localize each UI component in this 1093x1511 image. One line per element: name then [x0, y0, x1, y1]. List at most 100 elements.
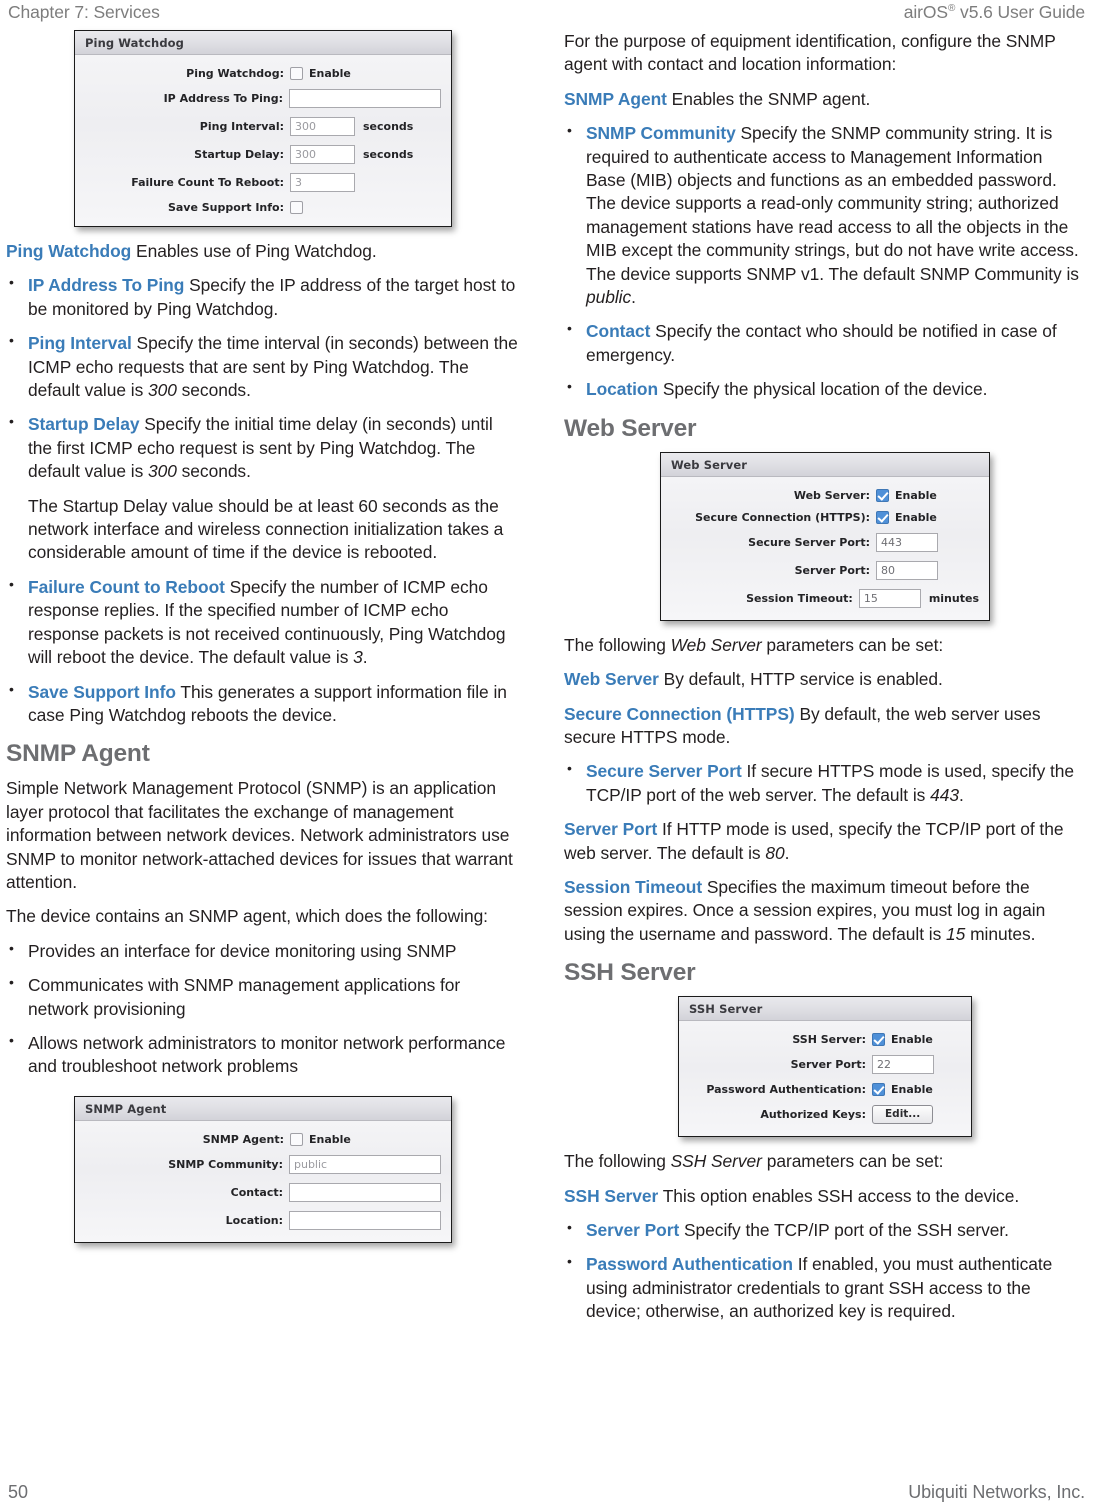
web-server-definition: Web Server By default, HTTP service is e…	[564, 668, 1082, 691]
field-row-ssh-server: SSH Server: Enable	[679, 1033, 961, 1047]
definition-text-tail: .	[958, 784, 964, 805]
panel-title: SNMP Agent	[75, 1096, 451, 1121]
field-unit: minutes	[928, 591, 979, 605]
web-server-enable-checkbox[interactable]	[876, 488, 889, 502]
field-control	[289, 1182, 441, 1202]
ssh-server-definition: SSH Server This option enables SSH acces…	[564, 1185, 1082, 1208]
two-column-body: Ping Watchdog Ping Watchdog: Enable IP A…	[0, 30, 1093, 1450]
field-control: 15 minutes	[858, 588, 979, 608]
session-timeout-input[interactable]: 15	[858, 588, 921, 608]
snmp-community-input[interactable]: public	[289, 1154, 441, 1174]
save-support-info-checkbox[interactable]	[290, 201, 303, 214]
field-row-ssh-server-port: Server Port: 22	[679, 1055, 961, 1075]
field-unit: seconds	[363, 120, 414, 133]
ip-address-to-ping-input[interactable]	[289, 89, 441, 108]
web-server-bullets: Secure Server Port If secure HTTPS mode …	[564, 759, 1082, 807]
checkbox-label: Enable	[309, 67, 351, 80]
field-label: Ping Watchdog:	[186, 67, 284, 80]
term-password-authentication: Password Authentication	[586, 1254, 793, 1275]
field-label: Secure Server Port:	[748, 535, 870, 549]
field-control: Enable	[872, 1083, 933, 1097]
term-server-port: Server Port	[564, 819, 658, 840]
term-ssh-server-port: Server Port	[586, 1219, 680, 1240]
ssh-server-bullets: Server Port Specify the TCP/IP port of t…	[564, 1218, 1082, 1324]
term-failure-count-to-reboot: Failure Count to Reboot	[28, 576, 225, 597]
failure-count-to-reboot-input[interactable]: 3	[290, 173, 355, 192]
contact-input[interactable]	[289, 1182, 441, 1202]
ping-watchdog-bullets-2: Failure Count to Reboot Specify the numb…	[6, 575, 518, 727]
snmp-paragraph-1: Simple Network Management Protocol (SNMP…	[6, 778, 513, 892]
ping-watchdog-bullets: IP Address To Ping Specify the IP addres…	[6, 273, 518, 483]
default-value: public	[586, 287, 632, 308]
checkbox-label: Enable	[895, 510, 937, 524]
ping-watchdog-enable-checkbox[interactable]	[290, 67, 303, 80]
server-port-input[interactable]: 80	[876, 560, 938, 580]
definition-text-tail: .	[631, 287, 636, 308]
term-ping-interval: Ping Interval	[28, 333, 132, 354]
field-row-location: Location:	[75, 1210, 441, 1230]
list-item: Password Authentication If enabled, you …	[564, 1252, 1082, 1323]
default-value: 443	[930, 784, 959, 805]
term-location: Location	[586, 379, 659, 400]
definition-text: Specify the contact who should be notifi…	[586, 321, 1057, 365]
field-row-secure-server-port: Secure Server Port: 443	[661, 532, 979, 552]
checkbox-label: Enable	[891, 1033, 933, 1047]
web-server-italic: Web Server	[670, 634, 762, 655]
authorized-keys-edit-button[interactable]: Edit...	[872, 1105, 934, 1125]
field-control: Enable	[876, 488, 937, 502]
panel-body: SSH Server: Enable Server Port: 22 Passw…	[679, 1021, 971, 1137]
field-row-authorized-keys: Authorized Keys: Edit...	[679, 1105, 961, 1125]
field-row-contact: Contact:	[75, 1182, 441, 1202]
field-control	[290, 201, 303, 214]
ping-watchdog-screenshot-wrap: Ping Watchdog Ping Watchdog: Enable IP A…	[6, 30, 518, 227]
term-web-server: Web Server	[564, 669, 659, 690]
startup-delay-input[interactable]: 300	[290, 145, 355, 164]
field-row-secure-connection: Secure Connection (HTTPS): Enable	[661, 510, 979, 524]
secure-connection-https-checkbox[interactable]	[876, 510, 889, 524]
ssh-server-port-input[interactable]: 22	[872, 1055, 934, 1075]
ping-interval-input[interactable]: 300	[290, 117, 355, 136]
snmp-agent-enable-checkbox[interactable]	[290, 1132, 303, 1146]
list-item: Secure Server Port If secure HTTPS mode …	[564, 759, 1082, 807]
checkbox-label: Enable	[309, 1132, 351, 1146]
field-row-session-timeout: Session Timeout: 15 minutes	[661, 588, 979, 608]
default-value: 15	[946, 923, 966, 944]
field-row-save-support-info: Save Support Info:	[75, 201, 441, 214]
right-column: For the purpose of equipment identificat…	[564, 30, 1082, 1450]
password-authentication-checkbox[interactable]	[872, 1083, 885, 1097]
field-label: Save Support Info:	[167, 201, 284, 214]
web-server-screenshot-wrap: Web Server Web Server: Enable Secure Con…	[564, 451, 1082, 621]
term-ip-address-to-ping: IP Address To Ping	[28, 275, 185, 296]
field-label: Location:	[225, 1213, 283, 1227]
panel-title: SSH Server	[679, 997, 971, 1022]
field-label: Session Timeout:	[746, 591, 853, 605]
snmp-agent-screenshot-wrap: SNMP Agent SNMP Agent: Enable SNMP Commu…	[6, 1095, 518, 1243]
field-control: Edit...	[872, 1105, 934, 1125]
list-item: Communicates with SNMP management applic…	[6, 973, 518, 1021]
definition-text-tail: seconds.	[176, 461, 251, 482]
location-input[interactable]	[289, 1210, 441, 1230]
definition-text: Specify the TCP/IP port of the SSH serve…	[679, 1219, 1009, 1240]
field-control	[289, 1210, 441, 1230]
secure-server-port-input[interactable]: 443	[876, 532, 938, 552]
list-item: Provides an interface for device monitor…	[6, 939, 518, 963]
ssh-server-screenshot-wrap: SSH Server SSH Server: Enable Server Por…	[564, 996, 1082, 1138]
ping-watchdog-definition: Ping Watchdog Enables use of Ping Watchd…	[6, 240, 518, 263]
field-row-snmp-community: SNMP Community: public	[75, 1154, 441, 1174]
ssh-server-enable-checkbox[interactable]	[872, 1033, 885, 1047]
ping-watchdog-panel: Ping Watchdog Ping Watchdog: Enable IP A…	[74, 30, 452, 227]
field-control: 300 seconds	[290, 117, 413, 136]
ssh-server-italic: SSH Server	[670, 1151, 762, 1172]
session-timeout-definition: Session Timeout Specifies the maximum ti…	[564, 876, 1082, 946]
field-control: 3	[290, 173, 355, 192]
term-secure-connection-https: Secure Connection (HTTPS)	[564, 703, 795, 724]
term-ssh-server: SSH Server	[564, 1185, 659, 1206]
term-session-timeout: Session Timeout	[564, 876, 703, 897]
default-value: 300	[148, 380, 177, 401]
section-heading-web-server: Web Server	[564, 414, 697, 442]
text-tail: parameters can be set:	[761, 1151, 944, 1172]
field-control: Enable	[872, 1033, 933, 1047]
field-label: Startup Delay:	[194, 148, 284, 161]
field-row-snmp-agent: SNMP Agent: Enable	[75, 1132, 441, 1146]
field-row-server-port: Server Port: 80	[661, 560, 979, 580]
